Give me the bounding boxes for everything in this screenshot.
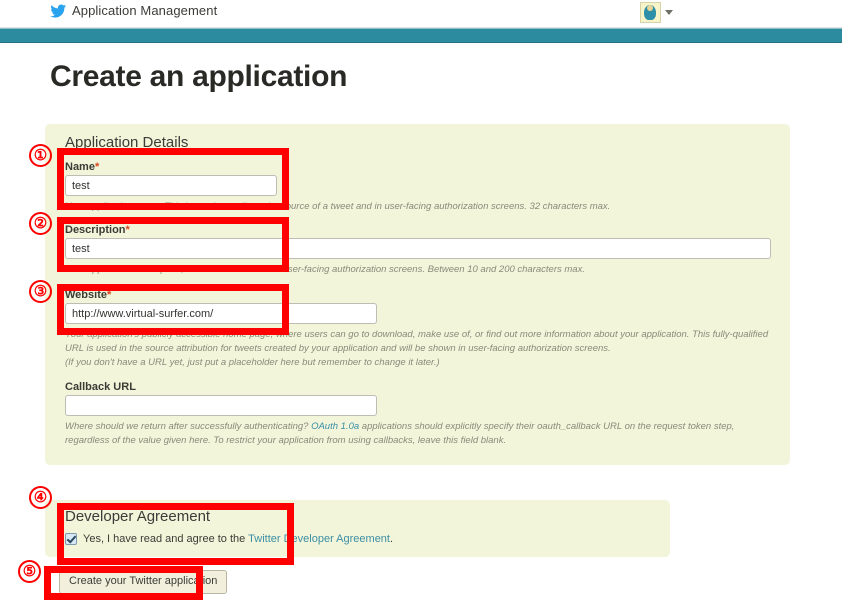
name-input[interactable] (65, 175, 277, 196)
top-navigation-bar: Application Management (0, 0, 842, 28)
twitter-developer-agreement-link[interactable]: Twitter Developer Agreement (248, 533, 390, 545)
description-label: Description* (65, 224, 130, 236)
create-application-button[interactable]: Create your Twitter application (59, 570, 228, 594)
application-details-heading: Application Details (65, 134, 189, 151)
website-label: Website* (65, 289, 112, 301)
user-avatar[interactable] (640, 2, 661, 23)
annotation-number-2: ② (29, 212, 52, 235)
name-help-text: Your application name. This is used to a… (65, 201, 611, 212)
annotation-number-4: ④ (29, 486, 52, 509)
developer-agreement-panel: Developer Agreement (45, 500, 670, 557)
chevron-down-icon[interactable] (665, 10, 673, 15)
description-help-text: Your application description, which will… (65, 264, 585, 275)
brand-text: Application Management (72, 3, 218, 18)
application-details-panel: Application Details Name* Your applicati… (45, 124, 790, 465)
name-label: Name* (65, 161, 100, 173)
annotation-number-1: ① (29, 144, 52, 167)
required-asterisk: * (125, 224, 130, 236)
developer-agreement-row[interactable]: Yes, I have read and agree to the Twitte… (65, 533, 393, 545)
teal-accent-band (0, 28, 842, 43)
annotation-number-3: ③ (29, 280, 52, 303)
brand[interactable]: Application Management (50, 3, 217, 18)
page-title: Create an application (50, 60, 348, 93)
required-asterisk: * (94, 161, 100, 173)
website-input[interactable] (65, 303, 377, 324)
callback-url-input[interactable] (65, 395, 377, 416)
oauth-spec-link[interactable]: OAuth 1.0a (311, 421, 359, 432)
developer-agreement-heading: Developer Agreement (65, 508, 211, 525)
annotation-number-5: ⑤ (18, 560, 41, 583)
callback-url-label: Callback URL (65, 381, 136, 393)
callback-url-help-text: Where should we return after successfull… (65, 421, 735, 446)
agreement-text: Yes, I have read and agree to the Twitte… (83, 533, 394, 545)
twitter-bird-icon (50, 3, 66, 18)
account-menu[interactable] (640, 2, 673, 23)
description-input[interactable] (65, 238, 771, 259)
website-help-text: Your application's publicly accessible h… (65, 329, 769, 368)
agreement-checkbox[interactable] (65, 533, 77, 545)
required-asterisk: * (106, 289, 112, 301)
